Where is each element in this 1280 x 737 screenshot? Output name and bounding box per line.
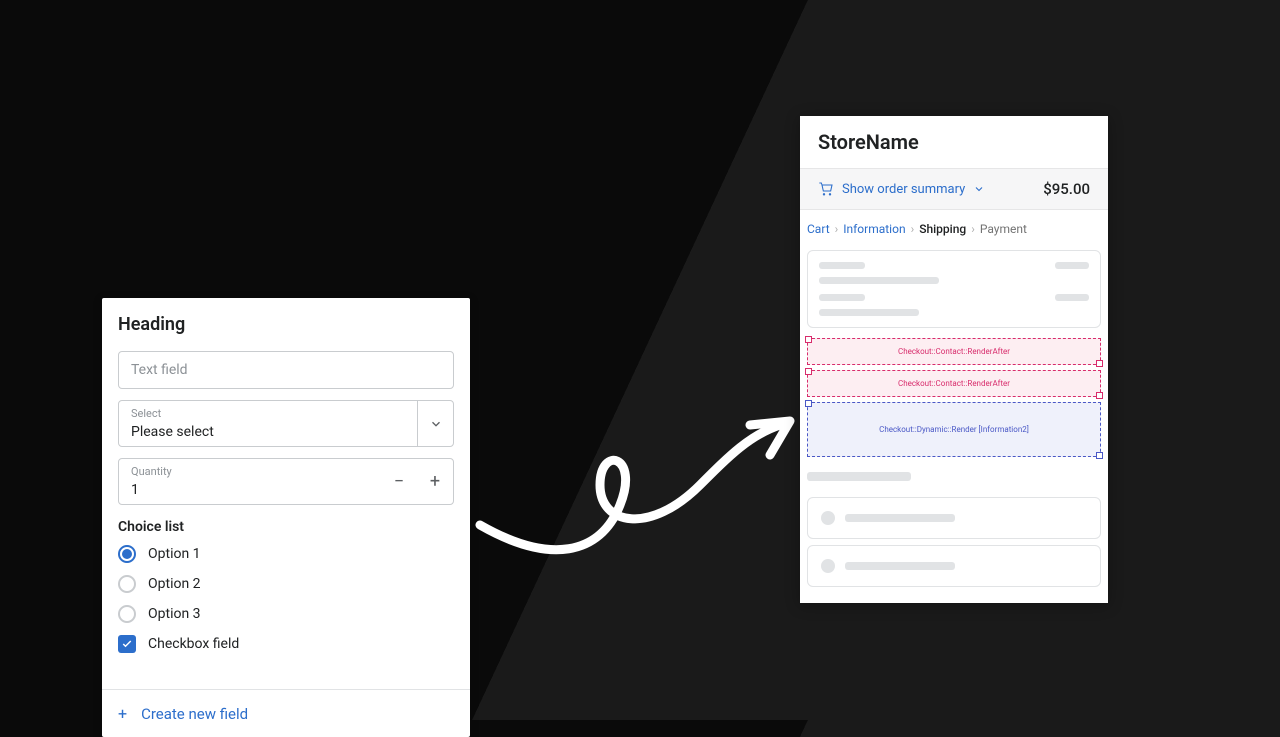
contact-info-card xyxy=(807,250,1101,328)
radio-icon xyxy=(821,559,835,573)
radio-option-2[interactable]: Option 2 xyxy=(118,575,454,593)
extension-zone-dynamic: Checkout::Dynamic::Render [Information2] xyxy=(807,402,1101,457)
breadcrumb-information[interactable]: Information xyxy=(843,222,905,236)
radio-option-3[interactable]: Option 3 xyxy=(118,605,454,623)
panel-footer: + Create new field xyxy=(102,689,470,737)
radio-icon xyxy=(821,511,835,525)
quantity-minus-button[interactable]: − xyxy=(381,459,417,504)
checkout-breadcrumbs: Cart › Information › Shipping › Payment xyxy=(800,210,1108,244)
checkbox-label: Checkbox field xyxy=(148,636,239,652)
shipping-section-heading xyxy=(800,462,1108,491)
checkout-preview-panel: StoreName Show order summary $95.00 Cart… xyxy=(800,116,1108,603)
form-builder-panel: Heading Text field Select Please select … xyxy=(102,298,470,737)
form-heading: Heading xyxy=(118,314,454,335)
select-value: Please select xyxy=(131,424,214,440)
quantity-plus-button[interactable]: + xyxy=(417,459,453,504)
radio-label: Option 3 xyxy=(148,606,201,622)
radio-icon xyxy=(118,575,136,593)
text-field-placeholder: Text field xyxy=(131,362,188,378)
breadcrumb-shipping: Shipping xyxy=(919,222,966,236)
quantity-stepper[interactable]: Quantity 1 − + xyxy=(118,458,454,505)
summary-toggle-label: Show order summary xyxy=(842,182,965,197)
breadcrumb-cart[interactable]: Cart xyxy=(807,222,830,236)
order-summary-bar[interactable]: Show order summary $95.00 xyxy=(800,168,1108,210)
store-name-heading: StoreName xyxy=(800,116,1108,168)
radio-label: Option 2 xyxy=(148,576,201,592)
chevron-right-icon: › xyxy=(971,222,975,236)
checkbox-field[interactable]: Checkbox field xyxy=(118,635,454,653)
order-total: $95.00 xyxy=(1043,180,1090,198)
quantity-label: Quantity xyxy=(131,465,369,478)
cart-icon xyxy=(818,181,834,197)
extension-zone-contact-after-1: Checkout::Contact::RenderAfter xyxy=(807,338,1101,365)
quantity-value: 1 xyxy=(131,482,139,498)
extension-zone-contact-after-2: Checkout::Contact::RenderAfter xyxy=(807,370,1101,397)
radio-option-1[interactable]: Option 1 xyxy=(118,545,454,563)
choice-list-heading: Choice list xyxy=(118,519,454,535)
chevron-right-icon: › xyxy=(835,222,839,236)
breadcrumb-payment: Payment xyxy=(980,222,1027,236)
plus-icon: + xyxy=(118,704,127,723)
shipping-option-2[interactable] xyxy=(807,545,1101,587)
radio-label: Option 1 xyxy=(148,546,201,562)
chevron-down-icon xyxy=(973,183,985,195)
chevron-right-icon: › xyxy=(911,222,915,236)
radio-icon xyxy=(118,605,136,623)
select-chevron-icon xyxy=(417,401,453,446)
radio-icon xyxy=(118,545,136,563)
select-label: Select xyxy=(131,407,405,420)
checkbox-icon xyxy=(118,635,136,653)
select-field[interactable]: Select Please select xyxy=(118,400,454,447)
text-field-input[interactable]: Text field xyxy=(118,351,454,389)
shipping-option-1[interactable] xyxy=(807,497,1101,539)
arrow-illustration xyxy=(470,405,800,575)
